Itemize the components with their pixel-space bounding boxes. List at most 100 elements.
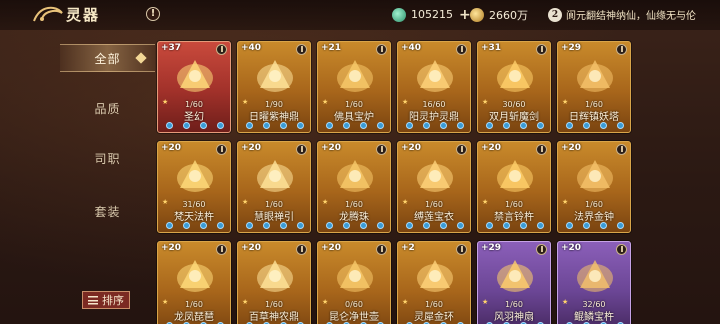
socket-row [326, 122, 384, 129]
socket-row [166, 122, 224, 129]
item-name: 禁言铃杵 [494, 212, 534, 223]
item-card[interactable]: +21 ★ 1/60 佛具宝炉 [317, 41, 391, 133]
gem-socket-icon [200, 222, 207, 229]
item-name: 缚莲宝衣 [414, 212, 454, 223]
gem-socket-icon [537, 222, 544, 229]
item-name: 鲲鳞宝杵 [574, 312, 614, 323]
item-name: 龙腾珠 [339, 212, 369, 223]
item-name: 日曜紫神鼎 [249, 112, 299, 123]
gem-socket-icon [520, 122, 527, 129]
item-name: 灵犀金环 [414, 312, 454, 323]
artifact-image-icon [417, 160, 453, 192]
item-card[interactable]: +20 ★ 1/60 百草神农鼎 [237, 241, 311, 324]
gem-socket-icon [297, 222, 304, 229]
gem-socket-icon [297, 122, 304, 129]
gem-socket-icon [377, 222, 384, 229]
gem-socket-icon [600, 222, 607, 229]
item-card[interactable]: +20 ★ 1/60 龙腾珠 [317, 141, 391, 233]
item-name: 佛具宝炉 [334, 112, 374, 123]
artifact-image-icon [497, 60, 533, 92]
item-name: 龙凤琵琶 [174, 312, 214, 323]
artifact-image-icon [417, 60, 453, 92]
gem-socket-icon [440, 222, 447, 229]
gem-socket-icon [566, 222, 573, 229]
gem-socket-icon [457, 222, 464, 229]
item-name: 阳灵护灵鼎 [409, 112, 459, 123]
item-card[interactable]: +29 ★ 1/60 风羽神扇 [477, 241, 551, 324]
item-card[interactable]: +40 ★ 1/90 日曜紫神鼎 [237, 41, 311, 133]
gem-socket-icon [183, 222, 190, 229]
socket-row [486, 122, 544, 129]
item-card[interactable]: +31 ★ 30/60 双月斩魔剑 [477, 41, 551, 133]
item-name: 日辉镇妖塔 [569, 112, 619, 123]
item-card[interactable]: +20 ★ 1/60 龙凤琵琶 [157, 241, 231, 324]
item-name: 双月斩魔剑 [489, 112, 539, 123]
gem-socket-icon [280, 122, 287, 129]
gem-socket-icon [326, 122, 333, 129]
artifact-image-icon [497, 260, 533, 292]
item-name: 昆仑净世壶 [329, 312, 379, 323]
item-grid: +37 ★ 1/60 圣幻 +40 ★ 1/90 日曜紫神鼎 +21 ★ 1/60 佛具宝炉 +40 ★ 1… [0, 0, 720, 324]
artifact-image-icon [417, 260, 453, 292]
gem-socket-icon [166, 222, 173, 229]
gem-socket-icon [166, 122, 173, 129]
gem-socket-icon [600, 122, 607, 129]
socket-row [166, 222, 224, 229]
gem-socket-icon [200, 122, 207, 129]
item-name: 百草神农鼎 [249, 312, 299, 323]
gem-socket-icon [217, 222, 224, 229]
item-card[interactable]: +2 ★ 1/60 灵犀金环 [397, 241, 471, 324]
gem-socket-icon [360, 122, 367, 129]
item-card[interactable]: +20 ★ 1/60 慧眼禅引 [237, 141, 311, 233]
item-name: 梵天法杵 [174, 212, 214, 223]
gem-socket-icon [503, 222, 510, 229]
gem-socket-icon [503, 122, 510, 129]
gem-socket-icon [537, 122, 544, 129]
gem-socket-icon [520, 222, 527, 229]
item-card[interactable]: +20 ★ 1/60 禁言铃杵 [477, 141, 551, 233]
gem-socket-icon [423, 222, 430, 229]
gem-socket-icon [440, 122, 447, 129]
item-card[interactable]: +20 ★ 1/60 缚莲宝衣 [397, 141, 471, 233]
gem-socket-icon [583, 122, 590, 129]
gem-socket-icon [583, 222, 590, 229]
socket-row [246, 222, 304, 229]
gem-socket-icon [486, 122, 493, 129]
artifact-image-icon [177, 60, 213, 92]
item-card[interactable]: +37 ★ 1/60 圣幻 [157, 41, 231, 133]
gem-socket-icon [566, 122, 573, 129]
artifact-image-icon [497, 160, 533, 192]
gem-socket-icon [263, 122, 270, 129]
gem-socket-icon [617, 122, 624, 129]
item-card[interactable]: +40 ★ 16/60 阳灵护灵鼎 [397, 41, 471, 133]
item-card[interactable]: +29 ★ 1/60 日辉镇妖塔 [557, 41, 631, 133]
item-card[interactable]: +20 ★ 32/60 鲲鳞宝杵 [557, 241, 631, 324]
gem-socket-icon [326, 222, 333, 229]
item-card[interactable]: +20 ★ 1/60 法界金钟 [557, 141, 631, 233]
gem-socket-icon [377, 122, 384, 129]
item-name: 风羽神扇 [494, 312, 534, 323]
artifact-image-icon [177, 260, 213, 292]
item-name: 慧眼禅引 [254, 212, 294, 223]
item-card[interactable]: +20 ★ 31/60 梵天法杵 [157, 141, 231, 233]
gem-socket-icon [423, 122, 430, 129]
item-name: 圣幻 [184, 112, 204, 123]
artifact-image-icon [257, 260, 293, 292]
item-card[interactable]: +20 ★ 0/60 昆仑净世壶 [317, 241, 391, 324]
gem-socket-icon [246, 122, 253, 129]
artifact-image-icon [257, 60, 293, 92]
artifact-image-icon [577, 260, 613, 292]
artifact-image-icon [337, 260, 373, 292]
gem-socket-icon [360, 222, 367, 229]
socket-row [566, 122, 624, 129]
gem-socket-icon [486, 222, 493, 229]
socket-row [246, 122, 304, 129]
socket-row [406, 222, 464, 229]
socket-row [486, 222, 544, 229]
socket-row [566, 222, 624, 229]
gem-socket-icon [183, 122, 190, 129]
artifact-image-icon [337, 160, 373, 192]
gem-socket-icon [217, 122, 224, 129]
socket-row [406, 122, 464, 129]
gem-socket-icon [246, 222, 253, 229]
